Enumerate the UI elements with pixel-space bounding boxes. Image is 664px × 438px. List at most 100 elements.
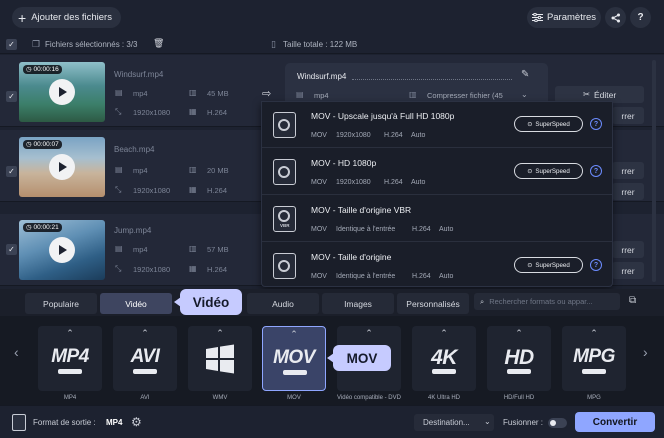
superspeed-badge[interactable]: ⊙ SuperSpeed xyxy=(514,163,583,179)
search-icon: ⌕ xyxy=(480,296,485,306)
format-search-input[interactable]: ⌕ Rechercher formats ou appar... xyxy=(474,293,620,310)
preset-audio: Auto xyxy=(411,132,426,139)
file-format: mp4 xyxy=(133,89,148,98)
partial-button[interactable]: rrer xyxy=(612,183,644,200)
tab-audio[interactable]: Audio xyxy=(247,293,319,314)
pencil-icon[interactable]: ✎ xyxy=(521,69,529,80)
mp4-logo: MP4 xyxy=(51,346,89,367)
preset-resolution: Identique à l'entrée xyxy=(336,226,396,233)
avi-logo: AVI xyxy=(130,346,160,367)
play-icon[interactable] xyxy=(49,79,75,105)
output-format-value: MP4 xyxy=(106,418,123,427)
callout-video: Vidéo xyxy=(174,289,242,315)
destination-dropdown[interactable]: Destination... ⌄ xyxy=(414,414,494,431)
select-all-checkbox[interactable]: ✓ xyxy=(6,39,17,50)
video-thumbnail[interactable]: ◷ 00:00:07 xyxy=(19,137,105,197)
preset-item[interactable]: VBR MOV - Taille d'origine VBR MOV Ident… xyxy=(262,196,612,242)
file-checkbox[interactable]: ✓ xyxy=(6,244,17,255)
video-strip-icon xyxy=(283,370,307,375)
video-thumbnail[interactable]: ◷ 00:00:16 xyxy=(19,62,105,122)
share-button[interactable] xyxy=(605,7,626,28)
scrollbar[interactable] xyxy=(652,60,656,282)
partial-button[interactable]: rrer xyxy=(612,107,644,124)
file-size: 57 MB xyxy=(207,245,229,254)
trash-icon[interactable]: 🗑 xyxy=(153,38,164,49)
format-card-avi[interactable]: ⌃ AVI xyxy=(113,326,177,391)
tab-popular[interactable]: Populaire xyxy=(25,293,97,314)
superspeed-badge[interactable]: ⊙ SuperSpeed xyxy=(514,257,583,273)
format-label: MPG xyxy=(587,395,601,401)
chevron-up-icon: ⌃ xyxy=(290,329,298,339)
merge-toggle[interactable] xyxy=(548,418,567,428)
video-thumbnail[interactable]: ◷ 00:00:21 xyxy=(19,220,105,280)
superspeed-badge[interactable]: ⊙ SuperSpeed xyxy=(514,116,583,132)
help-icon[interactable]: ? xyxy=(590,165,602,177)
output-filename[interactable]: Windsurf.mp4 xyxy=(297,72,346,81)
settings-label: Paramètres xyxy=(546,12,597,23)
file-codec: H.264 xyxy=(207,186,228,195)
file-size: 45 MB xyxy=(207,89,229,98)
output-format: mp4 xyxy=(314,91,329,100)
files-icon: ❐ xyxy=(32,39,41,49)
superspeed-toggle-icon: ⊙ xyxy=(527,120,533,128)
app-window: + Ajouter des fichiers Paramètres ? ✓ ❐ … xyxy=(0,0,664,438)
preset-container: MOV xyxy=(311,132,327,139)
superspeed-toggle-icon: ⊙ xyxy=(527,261,533,269)
format-label: WMV xyxy=(212,395,228,401)
settings-button[interactable]: Paramètres xyxy=(527,7,601,28)
partial-button-label: rrer xyxy=(621,186,635,197)
format-card-hd[interactable]: ⌃ HD xyxy=(487,326,551,391)
chevron-down-icon[interactable]: ⌄ xyxy=(521,90,528,99)
preset-title: MOV - Taille d'origine xyxy=(311,252,392,262)
tab-video[interactable]: Vidéo xyxy=(100,293,172,314)
format-card-mov[interactable]: ⌃ MOV xyxy=(262,326,326,391)
help-button[interactable]: ? xyxy=(630,7,651,28)
file-format: mp4 xyxy=(133,245,148,254)
video-strip-icon xyxy=(432,369,456,374)
chevron-down-icon: ⌄ xyxy=(484,417,491,426)
partial-button[interactable]: rrer xyxy=(612,162,644,179)
file-name: Jump.mp4 xyxy=(114,226,152,235)
play-icon[interactable] xyxy=(49,237,75,263)
top-toolbar: + Ajouter des fichiers Paramètres ? xyxy=(0,0,664,34)
add-files-button[interactable]: + Ajouter des fichiers xyxy=(12,7,121,28)
file-resolution: 1920x1080 xyxy=(133,108,171,117)
4k-logo: 4K xyxy=(431,346,457,369)
partial-button[interactable]: rrer xyxy=(612,262,644,279)
convert-button[interactable]: Convertir xyxy=(575,412,655,432)
codec-icon: ▦ xyxy=(189,264,197,273)
gear-icon[interactable]: ⚙ xyxy=(131,415,142,429)
format-card-wmv[interactable]: ⌃ xyxy=(188,326,252,391)
format-card-mp4[interactable]: ⌃ MP4 xyxy=(38,326,102,391)
callout-mov: MOV xyxy=(327,345,391,371)
compress-dropdown[interactable]: Compresser fichier (45 xyxy=(427,91,503,100)
preset-item[interactable]: MOV - Upscale jusqu'à Full HD 1080p MOV … xyxy=(262,102,612,148)
partial-button[interactable]: rrer xyxy=(612,241,644,258)
help-icon[interactable]: ? xyxy=(590,259,602,271)
windows-logo-icon xyxy=(206,344,234,374)
scroll-right-arrow-icon[interactable]: › xyxy=(643,344,648,360)
preset-audio: Auto xyxy=(439,226,454,233)
play-icon[interactable] xyxy=(49,154,75,180)
tab-images[interactable]: Images xyxy=(322,293,394,314)
duration-badge: ◷ 00:00:07 xyxy=(23,140,62,149)
preset-container: MOV xyxy=(311,273,327,280)
file-checkbox[interactable]: ✓ xyxy=(6,166,17,177)
video-strip-icon xyxy=(507,369,531,374)
format-label: AVI xyxy=(140,395,150,401)
device-icon[interactable]: ⧉ xyxy=(629,295,636,306)
preset-item[interactable]: MOV - Taille d'origine MOV Identique à l… xyxy=(262,243,612,289)
scroll-left-arrow-icon[interactable]: ‹ xyxy=(14,344,19,360)
preset-item[interactable]: MOV - HD 1080p MOV 1920x1080 H.264 Auto … xyxy=(262,149,612,195)
scissors-icon: ✂ xyxy=(582,89,590,99)
partial-button-label: rrer xyxy=(621,265,635,276)
format-card-4k[interactable]: ⌃ 4K xyxy=(412,326,476,391)
film-icon: ▤ xyxy=(296,90,304,99)
tab-custom[interactable]: Personnalisés xyxy=(397,293,469,314)
share-icon xyxy=(611,13,620,22)
file-size: 20 MB xyxy=(207,166,229,175)
help-icon[interactable]: ? xyxy=(590,118,602,130)
file-checkbox[interactable]: ✓ xyxy=(6,91,17,102)
destination-label: Destination... xyxy=(423,418,470,427)
format-card-mpg[interactable]: ⌃ MPG xyxy=(562,326,626,391)
